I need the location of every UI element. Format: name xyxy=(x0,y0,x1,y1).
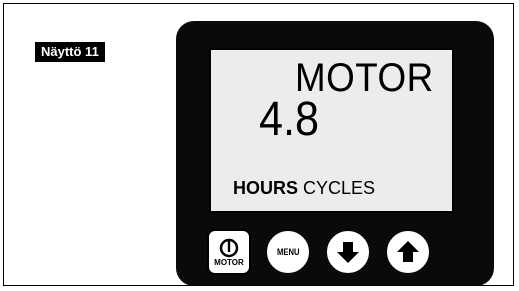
down-button[interactable] xyxy=(327,231,369,273)
power-icon xyxy=(219,238,239,257)
lcd-display: MOTOR 4.8 HOURS CYCLES xyxy=(209,48,454,213)
motor-button[interactable]: MOTOR xyxy=(207,229,251,275)
arrow-down-icon xyxy=(337,242,359,263)
display-value: 4.8 xyxy=(259,93,320,146)
display-units: HOURS CYCLES xyxy=(233,178,375,199)
control-panel: MOTOR 4.8 HOURS CYCLES MOTOR MENU xyxy=(176,21,494,286)
unit-hours-label: HOURS xyxy=(233,178,299,198)
motor-button-label: MOTOR xyxy=(214,257,244,267)
menu-button-label: MENU xyxy=(276,247,300,257)
screen-label: Näyttö 11 xyxy=(35,42,105,62)
up-button[interactable] xyxy=(387,231,429,273)
arrow-up-icon xyxy=(397,241,419,262)
menu-button[interactable]: MENU xyxy=(267,231,309,273)
figure-frame: Näyttö 11 MOTOR 4.8 HOURS CYCLES MOTOR M… xyxy=(3,3,514,286)
unit-cycles-label: CYCLES xyxy=(303,178,376,198)
